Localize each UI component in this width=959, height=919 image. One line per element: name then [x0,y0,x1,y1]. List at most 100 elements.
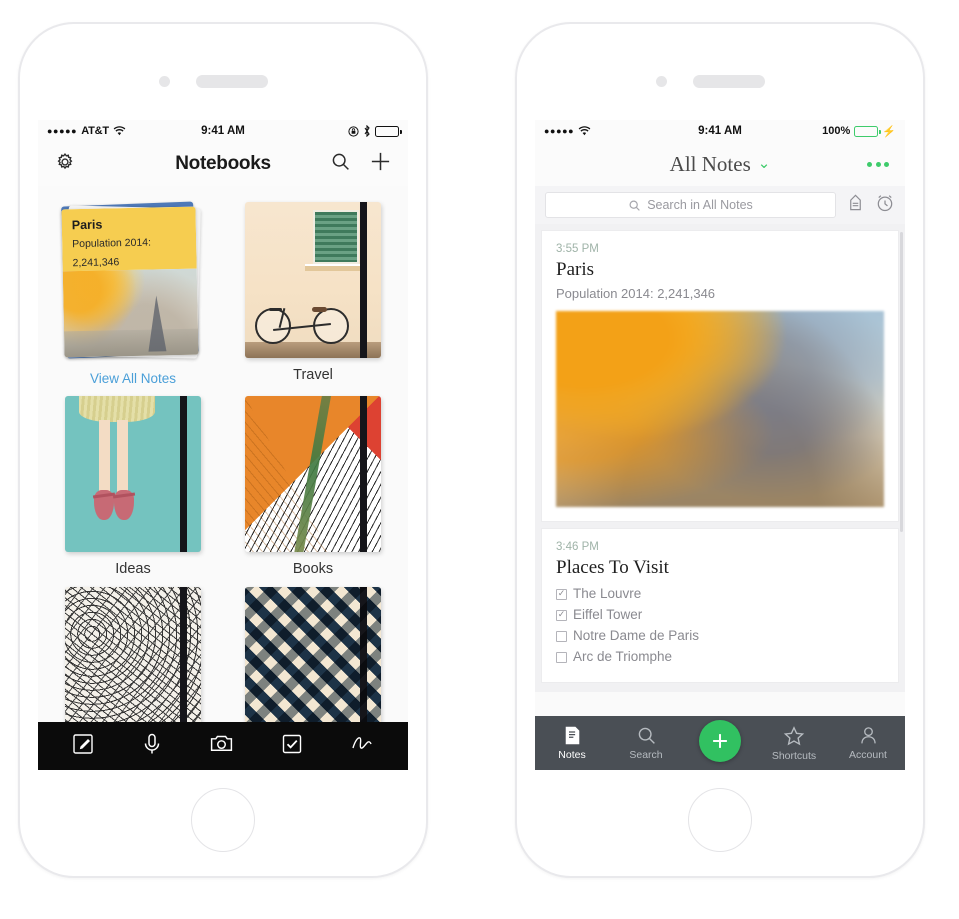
charging-bolt-icon: ⚡ [882,125,896,138]
search-icon [638,727,655,744]
search-icon [629,200,640,211]
bicycle-illustration [255,298,349,344]
home-button[interactable] [191,788,255,852]
search-input[interactable]: Search in All Notes [545,192,836,218]
notebook-label-books: Books [292,561,334,577]
view-all-notes-link[interactable]: View All Notes [90,371,176,386]
checkbox-icon[interactable]: ✓ [556,588,567,600]
paris-photo-thumbnail [62,268,199,358]
search-placeholder: Search in All Notes [647,198,753,212]
checkbox-icon[interactable] [280,732,304,761]
tab-label: Notes [558,749,586,761]
right-phone-device: ●●●●● 9:41 AM 100% ⚡ All Notes ⌄ Search … [515,22,925,878]
notebook-cell-books[interactable]: Books [236,396,390,577]
tab-notes[interactable]: Notes [535,725,609,761]
camera-icon[interactable] [209,731,234,761]
note-card-places-to-visit[interactable]: 3:46 PM Places To Visit ✓ The Louvre ✓ E… [541,528,899,683]
sticky-note-line-2: 2,241,346 [72,256,120,270]
left-nav-actions [330,150,392,178]
page-title: All Notes [669,151,751,176]
notebook-grid: Paris Population 2014: 2,241,346 View Al… [38,186,408,743]
scrollbar[interactable] [900,232,903,532]
new-note-fab[interactable] [683,720,757,766]
battery-icon [375,125,402,137]
checklist-label: Notre Dame de Paris [573,627,700,643]
right-status-bar: ●●●●● 9:41 AM 100% ⚡ [535,120,905,142]
eiffel-tower-shape [147,295,167,352]
checklist-label: Eiffel Tower [573,606,643,622]
ideas-notebook-cover[interactable] [65,396,201,552]
checkbox-icon[interactable] [556,651,567,663]
note-timestamp: 3:46 PM [556,541,599,553]
left-phone-screen: ●●●●● AT&T 9:41 AM Notebooks Paris Popul… [38,120,408,770]
checklist-label: Arc de Triomphe [573,648,673,664]
search-row: Search in All Notes [535,186,905,224]
tag-icon[interactable] [846,193,865,217]
left-status-bar: ●●●●● AT&T 9:41 AM [38,120,408,142]
carrier-label: AT&T [81,125,109,137]
handwriting-icon[interactable] [349,732,375,761]
elastic-band [360,587,367,743]
search-icon[interactable] [330,151,351,177]
right-nav-bar: All Notes ⌄ [535,142,905,186]
plus-fab-icon[interactable] [699,720,741,762]
books-notebook-cover[interactable] [245,396,381,552]
rotation-lock-icon [348,125,359,137]
front-camera-icon [159,76,170,87]
elastic-band [360,396,367,552]
tab-account[interactable]: Account [831,725,905,761]
checkbox-icon[interactable] [556,630,567,642]
elastic-band [360,202,367,358]
signal-dots-icon: ●●●●● [544,125,575,136]
travel-notebook-cover[interactable] [245,202,381,358]
green-shutter-window [313,210,359,264]
note-card-paris[interactable]: 3:55 PM Paris Population 2014: 2,241,346 [541,230,899,522]
microphone-icon[interactable] [140,732,164,761]
home-button[interactable] [688,788,752,852]
earpiece-speaker [693,75,765,88]
chevron-notebook-cover[interactable] [245,587,381,743]
note-title: Places To Visit [556,557,669,578]
note-snippet: Population 2014: 2,241,346 [556,286,716,301]
doodle-notebook-cover[interactable] [65,587,201,743]
compose-note-icon[interactable] [71,732,95,761]
stack-sheet-top: Paris Population 2014: 2,241,346 [61,206,199,358]
status-right-group: 100% ⚡ [822,125,896,138]
notebook-cell-travel[interactable]: Travel [236,202,390,386]
status-left-group: ●●●●● [544,126,591,136]
notebook-label-ideas: Ideas [115,561,151,577]
signal-dots-icon: ●●●●● [47,125,78,136]
tab-label: Shortcuts [771,749,817,762]
create-note-toolbar [38,722,408,770]
checklist-item[interactable]: ✓ The Louvre [556,584,884,605]
status-left-group: ●●●●● AT&T [47,125,126,137]
plus-icon[interactable] [369,150,392,178]
notebook-cell-ideas[interactable]: Ideas [56,396,210,577]
skyline-shape [64,328,199,358]
battery-icon [854,125,881,137]
wifi-icon [113,126,126,136]
chevron-down-icon: ⌄ [757,155,771,172]
tab-search[interactable]: Search [609,725,683,761]
paris-note-stack[interactable]: Paris Population 2014: 2,241,346 [58,201,208,362]
notebook-cell-all-notes[interactable]: Paris Population 2014: 2,241,346 View Al… [56,201,210,386]
battery-percent-label: 100% [822,125,851,137]
sticky-note: Paris Population 2014: 2,241,346 [61,206,197,272]
left-nav-bar: Notebooks [38,142,408,186]
skirt-shape [79,396,155,422]
tab-shortcuts[interactable]: Shortcuts [757,725,831,762]
checklist-item[interactable]: Arc de Triomphe [556,647,884,668]
checkbox-icon[interactable]: ✓ [556,609,567,621]
more-options-icon[interactable] [867,161,889,167]
left-phone-device: ●●●●● AT&T 9:41 AM Notebooks Paris Popul… [18,22,428,878]
notebook-cell-chevron[interactable] [236,587,390,743]
note-list[interactable]: 3:55 PM Paris Population 2014: 2,241,346… [535,224,905,692]
alarm-clock-icon[interactable] [875,193,895,218]
notebook-selector[interactable]: All Notes ⌄ [670,152,771,177]
sticky-note-title: Paris [71,217,103,233]
notebook-cell-doodle[interactable] [56,587,210,743]
checklist-item[interactable]: ✓ Eiffel Tower [556,605,884,626]
elastic-band [180,396,187,552]
checklist-item[interactable]: Notre Dame de Paris [556,626,884,647]
note-timestamp: 3:55 PM [556,243,599,255]
